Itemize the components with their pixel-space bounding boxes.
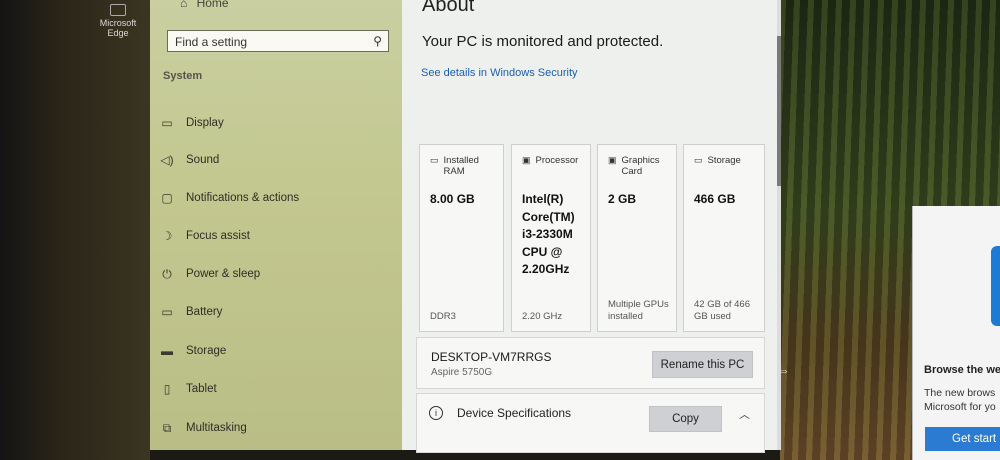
protection-status: Your PC is monitored and protected.: [422, 33, 664, 50]
popup-description-line: The new brows: [924, 387, 996, 399]
storage-icon: ▬: [161, 344, 173, 358]
storage-icon: ▭: [694, 155, 703, 165]
sidebar-item-display[interactable]: ▭ Display: [160, 112, 400, 134]
edge-icon-label: Microsoft Edge: [99, 18, 137, 38]
sidebar-item-storage[interactable]: ▬ Storage: [160, 340, 400, 362]
copy-button[interactable]: Copy: [649, 406, 722, 432]
search-input[interactable]: Find a setting ⚲: [167, 30, 389, 52]
device-specifications-label: Device Specifications: [457, 406, 572, 420]
speaker-icon: ◁): [160, 153, 174, 167]
card-footer: Multiple GPUs installed: [608, 299, 669, 322]
display-icon: ▭: [161, 116, 173, 130]
info-icon: i: [429, 406, 443, 420]
power-icon: ⏻: [162, 266, 172, 281]
popup-title: Browse the wel: [924, 364, 1000, 376]
nav-home[interactable]: ⌂ Home: [180, 0, 229, 10]
search-icon: ⚲: [373, 34, 382, 48]
page-title: About: [422, 0, 475, 16]
get-started-button[interactable]: Get start: [925, 427, 1000, 451]
card-value: Intel(R) Core(TM) i3-2330M CPU @ 2.20GHz: [522, 192, 575, 276]
sidebar-item-label: Sound: [186, 154, 220, 166]
card-header: Graphics Card: [621, 155, 660, 177]
spec-card-storage: ▭ Storage 466 GB 42 GB of 466 GB used: [683, 144, 765, 332]
sidebar-item-multitasking[interactable]: ⧉ Multitasking: [160, 417, 400, 439]
sidebar-item-power-sleep[interactable]: ⏻ Power & sleep: [160, 263, 400, 285]
sidebar-item-label: Notifications & actions: [186, 192, 300, 204]
battery-icon: ▭: [161, 305, 173, 319]
moon-icon: ☽: [161, 229, 173, 243]
sidebar-item-label: Battery: [186, 306, 223, 318]
home-label: Home: [196, 0, 229, 10]
sidebar-item-battery[interactable]: ▭ Battery: [160, 301, 400, 323]
pc-name-section: DESKTOP-VM7RRGS Aspire 5750G Rename this…: [416, 337, 765, 389]
card-value: 466 GB: [694, 192, 736, 206]
sidebar-item-label: Display: [186, 117, 224, 129]
spec-card-graphics: ▣ Graphics Card 2 GB Multiple GPUs instal…: [597, 144, 677, 332]
windows-security-link[interactable]: See details in Windows Security: [421, 67, 578, 79]
sidebar-item-label: Focus assist: [186, 230, 250, 242]
sidebar-item-tablet[interactable]: ▯ Tablet: [160, 378, 400, 400]
card-value: 8.00 GB: [430, 192, 475, 206]
about-content-pane: About Your PC is monitored and protected…: [402, 0, 780, 453]
card-header: Installed RAM: [443, 155, 479, 177]
chevron-up-icon[interactable]: ︿: [739, 406, 750, 422]
nav-section-title: System: [163, 70, 203, 82]
sidebar-item-label: Multitasking: [186, 422, 247, 434]
sidebar-item-label: Storage: [186, 345, 227, 357]
notification-icon: ▢: [161, 191, 173, 205]
sidebar-item-notifications[interactable]: ▢ Notifications & actions: [160, 187, 400, 209]
card-header: Processor: [535, 155, 579, 166]
desktop-icon-edge[interactable]: Microsoft Edge: [88, 4, 148, 38]
device-specifications-section[interactable]: i Device Specifications Copy ︿: [416, 393, 765, 453]
scrollbar-thumb[interactable]: [777, 36, 781, 186]
processor-icon: ▣: [522, 155, 531, 165]
card-footer: 2.20 GHz: [522, 311, 563, 322]
edge-promo-popup: Browse the wel The new brows Microsoft f…: [912, 206, 1000, 460]
sidebar-item-label: Power & sleep: [186, 268, 261, 280]
spec-card-processor: ▣ Processor Intel(R) Core(TM) i3-2330M CP…: [511, 144, 591, 332]
edge-logo-icon: [991, 246, 1000, 326]
card-footer: 42 GB of 466 GB used: [694, 299, 750, 322]
card-header: Storage: [707, 155, 741, 166]
sidebar-item-focus-assist[interactable]: ☽ Focus assist: [160, 225, 400, 247]
scrollbar[interactable]: [777, 0, 781, 450]
ram-icon: ▭: [430, 155, 439, 165]
pc-model: Aspire 5750G: [431, 367, 493, 378]
edge-icon: [110, 4, 126, 16]
spec-card-ram: ▭ Installed RAM 8.00 GB DDR3: [419, 144, 504, 332]
multitasking-icon: ⧉: [162, 420, 172, 435]
rename-pc-button[interactable]: Rename this PC: [652, 351, 753, 378]
resize-cursor-icon: ⇔: [776, 362, 790, 378]
sidebar-item-sound[interactable]: ◁) Sound: [160, 149, 400, 171]
card-footer: DDR3: [430, 311, 456, 322]
card-value: 2 GB: [608, 192, 637, 206]
pc-name: DESKTOP-VM7RRGS: [431, 350, 552, 364]
home-icon: ⌂: [180, 0, 188, 10]
graphics-icon: ▣: [608, 155, 617, 165]
search-placeholder: Find a setting: [175, 35, 248, 49]
desktop-background-left: [0, 0, 150, 460]
tablet-icon: ▯: [163, 382, 171, 396]
sidebar-item-label: Tablet: [186, 383, 217, 395]
settings-nav-pane: ⌂ Home Find a setting ⚲ System ▭ Display…: [150, 0, 402, 450]
popup-description-line: Microsoft for yo: [924, 401, 996, 413]
